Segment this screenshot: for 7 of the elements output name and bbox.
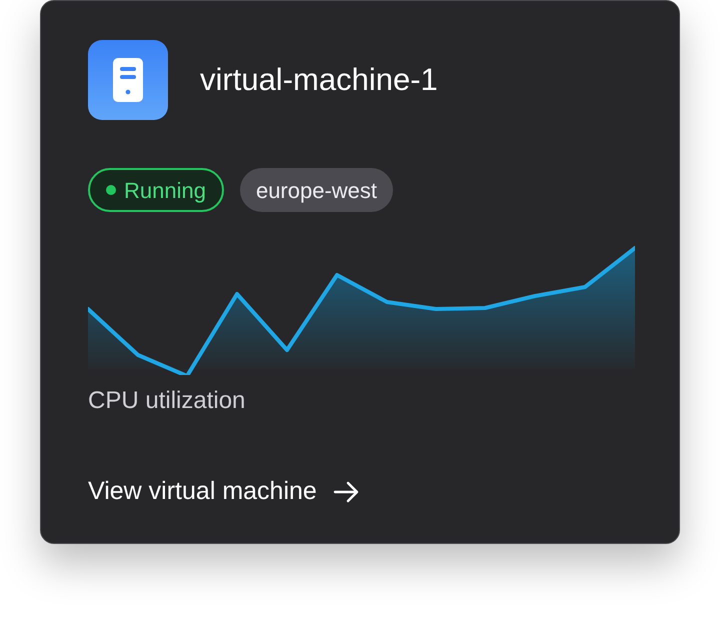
region-tag: europe-west: [240, 168, 394, 212]
server-icon: [88, 40, 168, 120]
view-machine-link[interactable]: View virtual machine: [88, 473, 359, 510]
chart-caption: CPU utilization: [88, 386, 246, 416]
arrow-right-icon: [332, 480, 359, 503]
status-label: Running: [124, 176, 206, 205]
card-title: virtual-machine-1: [200, 60, 438, 99]
